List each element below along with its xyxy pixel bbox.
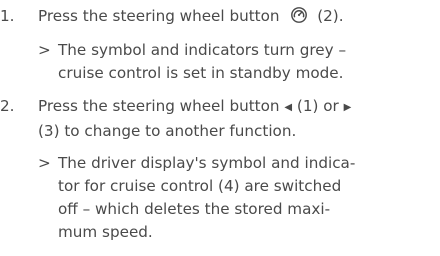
result-marker: > bbox=[38, 41, 51, 59]
result-marker: > bbox=[38, 154, 51, 172]
result-line: cruise control is set in standby mode. bbox=[58, 64, 344, 82]
step-2-number: 2. bbox=[0, 97, 15, 115]
step-2-result-text: The driver display's symbol and indica- … bbox=[58, 152, 428, 244]
step-2-instruction: Press the steering wheel button ◀ (1) or… bbox=[38, 95, 438, 143]
left-arrow-icon: ◀ bbox=[284, 102, 293, 113]
result-line: The symbol and indicators turn grey – bbox=[58, 41, 347, 59]
step-2-text: Press the steering wheel button bbox=[38, 97, 280, 115]
result-line: The driver display's symbol and indica- bbox=[58, 154, 356, 172]
result-line: off – which deletes the stored maxi- bbox=[58, 200, 331, 218]
step-1-result-text: The symbol and indicators turn grey – cr… bbox=[58, 39, 428, 85]
step-1-number: 1. bbox=[0, 7, 15, 25]
steering-wheel-cruise-icon bbox=[291, 6, 308, 23]
result-line: tor for cruise control (4) are switched bbox=[58, 177, 342, 195]
result-line: mum speed. bbox=[58, 223, 153, 241]
step-2-text-line2: (3) to change to another function. bbox=[38, 122, 297, 140]
step-1-instruction: Press the steering wheel button (2). bbox=[38, 5, 438, 28]
step-1-text: Press the steering wheel button bbox=[38, 7, 280, 25]
step-1-ref: (2). bbox=[317, 7, 344, 25]
right-arrow-icon: ▶ bbox=[343, 102, 352, 113]
step-2-text-mid: (1) or bbox=[296, 97, 339, 115]
